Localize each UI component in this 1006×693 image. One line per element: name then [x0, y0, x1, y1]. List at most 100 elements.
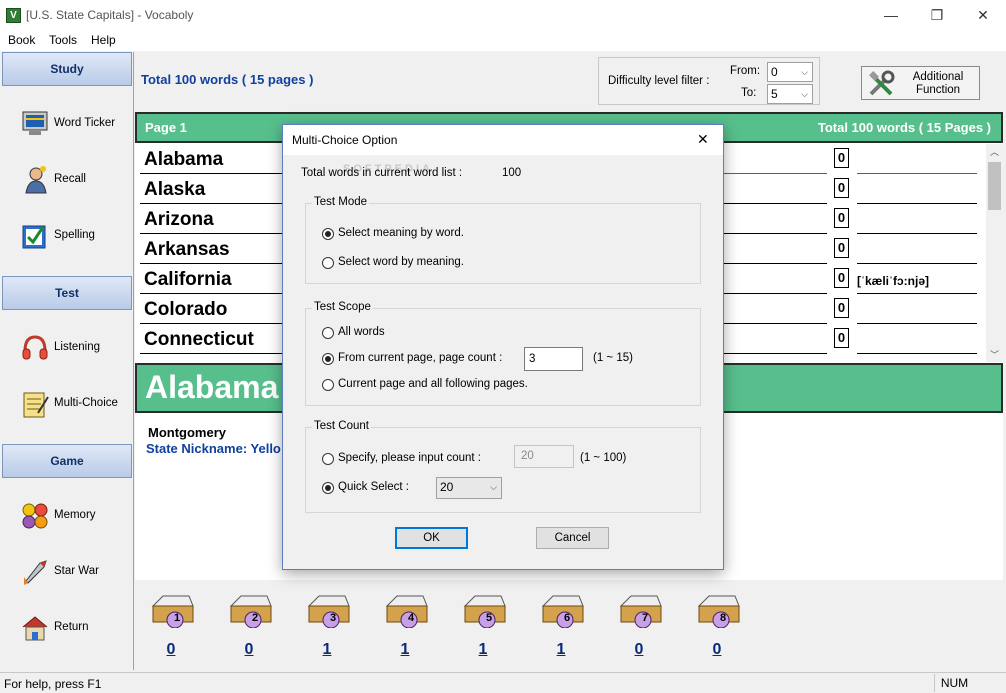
maximize-button[interactable]: ❐ [914, 0, 960, 31]
count-specify-label[interactable]: Specify, please input count : [338, 452, 481, 464]
quick-select-value: 20 [440, 480, 454, 494]
page-count-range: (1 ~ 15) [593, 352, 633, 364]
quick-select-dropdown[interactable]: 20 ⌵ [436, 477, 502, 499]
memory-card-box[interactable]: 5 1 [455, 582, 511, 660]
additional-function-button[interactable]: Additional Function [861, 66, 980, 100]
word-item[interactable]: Arkansas [144, 239, 230, 261]
count-specify-input[interactable]: 20 [514, 445, 574, 468]
mode-word-by-meaning-label[interactable]: Select word by meaning. [338, 256, 464, 268]
sidebar-item-memory[interactable]: Memory [14, 495, 126, 539]
sidebar-item-recall[interactable]: Recall [14, 159, 126, 203]
test-mode-title: Test Mode [312, 196, 370, 208]
card-box-count[interactable]: 0 [143, 641, 199, 659]
word-list-scrollbar[interactable]: ︿ ﹀ [986, 144, 1003, 362]
sidebar-item-spelling[interactable]: Spelling [14, 215, 126, 259]
spelling-check-icon [22, 225, 46, 249]
from-level-select[interactable]: 0 ⌵ [767, 62, 813, 82]
word-item[interactable]: Connecticut [144, 329, 254, 351]
word-item[interactable]: Arizona [144, 209, 214, 231]
review-count[interactable]: 0 [834, 268, 849, 288]
count-quick-select-label[interactable]: Quick Select : [338, 481, 409, 493]
scroll-thumb[interactable] [988, 162, 1001, 210]
memory-card-box[interactable]: 7 0 [611, 582, 667, 660]
card-box-count[interactable]: 1 [533, 641, 589, 659]
menu-tools[interactable]: Tools [49, 33, 77, 47]
count-quick-select-radio[interactable] [322, 482, 334, 494]
review-count[interactable]: 0 [834, 238, 849, 258]
scroll-down-icon[interactable]: ﹀ [990, 348, 999, 361]
memory-card-box[interactable]: 3 1 [299, 582, 355, 660]
notepad-icon [23, 392, 49, 418]
to-level-select[interactable]: 5 ⌵ [767, 84, 813, 104]
memory-card-bar: 1 0 2 0 3 1 4 1 5 1 6 1 7 0 8 0 [135, 580, 1003, 670]
menu-help[interactable]: Help [91, 33, 116, 47]
card-box-count[interactable]: 0 [611, 641, 667, 659]
sidebar-section-game[interactable]: Game [2, 444, 132, 478]
card-box-count[interactable]: 0 [221, 641, 277, 659]
sidebar-item-return[interactable]: Return [14, 607, 126, 651]
rocket-icon [24, 560, 47, 585]
mode-meaning-by-word-radio[interactable] [322, 228, 334, 240]
ok-button[interactable]: OK [395, 527, 468, 549]
scope-all-words-radio[interactable] [322, 327, 334, 339]
review-count[interactable]: 0 [834, 328, 849, 348]
card-box-number: 1 [173, 612, 181, 624]
card-box-count[interactable]: 1 [299, 641, 355, 659]
divider [724, 353, 827, 354]
cancel-button[interactable]: Cancel [536, 527, 609, 549]
sidebar-item-label: Word Ticker [54, 117, 116, 129]
review-count[interactable]: 0 [834, 298, 849, 318]
scope-current-page-label[interactable]: From current page, page count : [338, 352, 502, 364]
mode-meaning-by-word-label[interactable]: Select meaning by word. [338, 227, 464, 239]
mode-word-by-meaning-radio[interactable] [322, 257, 334, 269]
card-box-count[interactable]: 1 [377, 641, 433, 659]
sidebar-section-study[interactable]: Study [2, 52, 132, 86]
memory-card-box[interactable]: 4 1 [377, 582, 433, 660]
page-count-input[interactable]: 3 [524, 347, 583, 371]
review-count[interactable]: 0 [834, 148, 849, 168]
word-item[interactable]: Alaska [144, 179, 205, 201]
minimize-button[interactable]: — [868, 0, 914, 31]
memory-card-box[interactable]: 1 0 [143, 582, 199, 660]
divider [140, 173, 283, 174]
memory-card-box[interactable]: 6 1 [533, 582, 589, 660]
menu-book[interactable]: Book [8, 33, 35, 47]
total-words-value: 100 [502, 167, 522, 179]
status-bar: For help, press F1 NUM [0, 672, 1006, 693]
memory-card-box[interactable]: 2 0 [221, 582, 277, 660]
scope-current-page-radio[interactable] [322, 353, 334, 365]
tools-icon [869, 70, 895, 96]
status-help-text: For help, press F1 [4, 677, 102, 691]
sidebar-item-label: Star War [54, 565, 99, 577]
scope-all-words-label[interactable]: All words [338, 326, 385, 338]
word-meaning: Montgomery [148, 425, 226, 440]
chevron-down-icon: ⌵ [801, 67, 808, 77]
scope-following-pages-radio[interactable] [322, 379, 334, 391]
app-icon: V [6, 8, 21, 23]
dialog-close-button[interactable]: ✕ [697, 131, 709, 148]
memory-card-box[interactable]: 8 0 [689, 582, 745, 660]
count-specify-radio[interactable] [322, 453, 334, 465]
count-range: (1 ~ 100) [580, 452, 627, 464]
review-count[interactable]: 0 [834, 208, 849, 228]
sidebar-item-multi-choice[interactable]: Multi-Choice [14, 383, 126, 427]
card-box-count[interactable]: 0 [689, 641, 745, 659]
sidebar-item-word-ticker[interactable]: Word Ticker [14, 103, 126, 147]
chevron-down-icon: ⌵ [801, 89, 808, 99]
scroll-up-icon[interactable]: ︿ [990, 145, 999, 158]
divider [857, 353, 977, 354]
sidebar-item-star-war[interactable]: Star War [14, 551, 126, 595]
sidebar-item-label: Memory [54, 509, 96, 521]
sidebar-section-test[interactable]: Test [2, 276, 132, 310]
word-item[interactable]: Alabama [144, 149, 223, 171]
card-box-count[interactable]: 1 [455, 641, 511, 659]
scope-following-pages-label[interactable]: Current page and all following pages. [338, 378, 528, 390]
card-box-number: 4 [407, 612, 415, 624]
word-item[interactable]: California [144, 269, 232, 291]
word-item[interactable]: Colorado [144, 299, 227, 321]
close-button[interactable]: ✕ [960, 0, 1006, 31]
total-words-summary: Total 100 words ( 15 pages ) [141, 72, 314, 87]
sidebar-item-listening[interactable]: Listening [14, 327, 126, 371]
review-count[interactable]: 0 [834, 178, 849, 198]
headphones-icon [22, 335, 48, 360]
